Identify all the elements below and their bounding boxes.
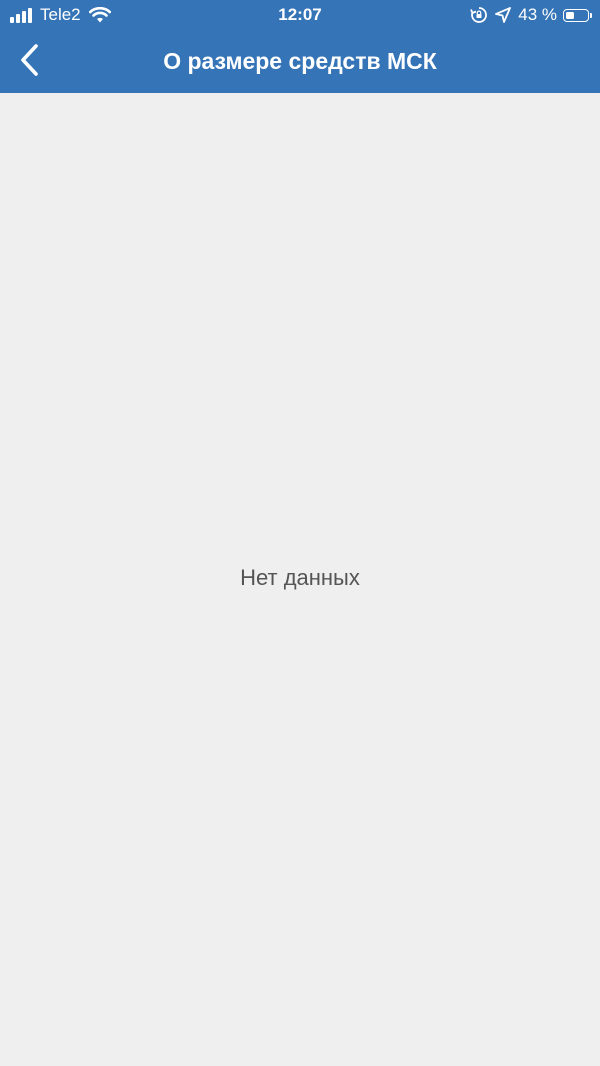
orientation-lock-icon	[470, 7, 488, 23]
battery-cap	[590, 12, 592, 18]
empty-state-message: Нет данных	[240, 565, 360, 590]
status-right: 43 %	[470, 4, 592, 26]
screen: Tele2 12:07 43 % О размере средств МСК Н…	[0, 0, 600, 1066]
status-bar: Tele2 12:07 43 %	[0, 0, 600, 30]
battery-icon	[563, 8, 589, 22]
battery-level	[566, 11, 574, 19]
page-title: О размере средств МСК	[163, 48, 437, 74]
header: Tele2 12:07 43 % О размере средств МСК	[0, 0, 600, 93]
navigation-bar: О размере средств МСК	[0, 30, 600, 93]
location-arrow-icon	[495, 7, 512, 23]
battery-percent: 43 %	[518, 5, 557, 24]
